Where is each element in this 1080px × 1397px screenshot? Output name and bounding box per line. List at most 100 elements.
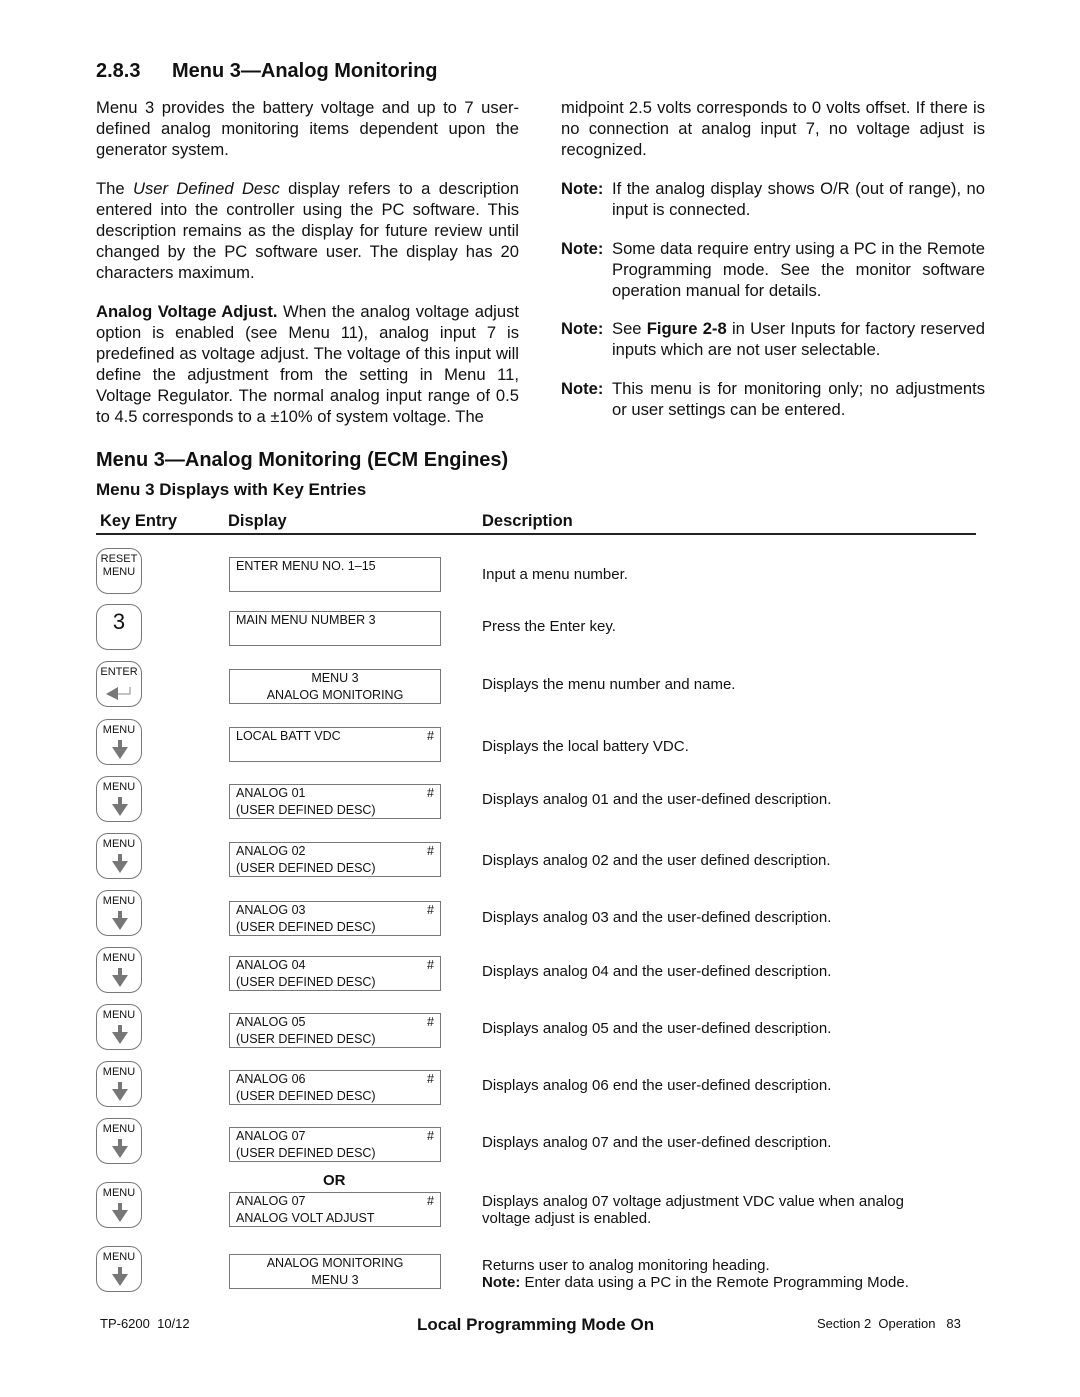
p2-italic-term: User Defined Desc <box>132 179 280 198</box>
page-number: 83 <box>946 1316 961 1331</box>
note-label: Note: <box>561 379 604 398</box>
note-2: Note: Some data require entry using a PC… <box>561 238 985 301</box>
key-button-menu[interactable]: MENU <box>96 1246 142 1292</box>
lcd-line: ANALOG 01 # <box>236 785 434 802</box>
description-line: Displays analog 01 and the user-defined … <box>482 791 832 808</box>
key-button-menu[interactable]: MENU <box>96 833 142 879</box>
lcd-text: ANALOG 07 <box>236 1129 306 1143</box>
lcd-text: ANALOG 06 <box>236 1072 306 1086</box>
row-description: Input a menu number. <box>482 566 628 583</box>
lcd-value-placeholder: # <box>427 786 434 800</box>
description-line: Press the Enter key. <box>482 618 616 635</box>
key-button-menu[interactable]: MENU <box>96 1182 142 1228</box>
lcd-display: ANALOG 03 # (USER DEFINED DESC) <box>229 901 441 936</box>
note-text: See Figure 2-8 in User Inputs for factor… <box>612 318 985 360</box>
key-button-menu[interactable]: MENU <box>96 1061 142 1107</box>
subheading: Menu 3—Analog Monitoring (ECM Engines) <box>96 449 509 471</box>
row-description: Returns user to analog monitoring headin… <box>482 1257 909 1291</box>
figure-reference-link[interactable]: Figure 2-8 <box>647 319 727 338</box>
down-arrow-icon <box>112 1139 128 1158</box>
intro-paragraph-4: midpoint 2.5 volts corresponds to 0 volt… <box>561 98 985 159</box>
key-button-menu[interactable]: MENU <box>96 1004 142 1050</box>
footer-section-label: Section 2 Operation <box>817 1316 936 1331</box>
key-label: 3 <box>112 609 126 634</box>
row-description: Displays analog 06 end the user-defined … <box>482 1077 831 1094</box>
lcd-line: (USER DEFINED DESC) <box>236 1088 434 1105</box>
footer-section: Section 2 Operation 83 <box>817 1316 961 1331</box>
header-rule <box>96 533 976 535</box>
description-line: Displays analog 05 and the user-defined … <box>482 1020 832 1037</box>
key-button-reset-menu[interactable]: RESET MENU <box>96 548 142 594</box>
column-header-display: Display <box>228 512 287 530</box>
down-arrow-icon <box>112 1203 128 1222</box>
lcd-line: (USER DEFINED DESC) <box>236 860 434 877</box>
key-button-menu[interactable]: MENU <box>96 776 142 822</box>
lcd-line: ANALOG MONITORING <box>236 1255 434 1272</box>
key-label: MENU <box>102 1066 136 1078</box>
lcd-line: ANALOG 02 # <box>236 843 434 860</box>
row-description: Displays the menu number and name. <box>482 676 735 693</box>
lcd-text: ANALOG VOLT ADJUST <box>236 1211 375 1225</box>
key-label: MENU <box>102 1009 136 1021</box>
lcd-value-placeholder: # <box>427 1072 434 1086</box>
description-line: Displays analog 04 and the user-defined … <box>482 963 832 980</box>
key-label: RESET <box>100 553 138 565</box>
section-number: 2.8.3 <box>96 60 141 82</box>
down-arrow-icon <box>112 797 128 816</box>
down-arrow-icon <box>112 1267 128 1286</box>
lcd-display: LOCAL BATT VDC # <box>229 727 441 762</box>
lcd-text: ANALOG 01 <box>236 786 306 800</box>
key-button-3[interactable]: 3 <box>96 604 142 650</box>
lcd-text: (USER DEFINED DESC) <box>236 1146 376 1160</box>
column-header-description: Description <box>482 512 573 530</box>
lcd-display: ANALOG MONITORING MENU 3 <box>229 1254 441 1289</box>
down-arrow-icon <box>112 854 128 873</box>
row-note: Note: Enter data using a PC in the Remot… <box>482 1274 909 1291</box>
description-line: Displays the menu number and name. <box>482 676 736 693</box>
description-line: Displays analog 06 end the user-defined … <box>482 1077 832 1094</box>
lcd-display: ANALOG 02 # (USER DEFINED DESC) <box>229 842 441 877</box>
section-heading: 2.8.3 Menu 3—Analog Monitoring <box>96 60 438 83</box>
lcd-display: ANALOG 07 # (USER DEFINED DESC) <box>229 1127 441 1162</box>
key-button-menu[interactable]: MENU <box>96 719 142 765</box>
key-label: ENTER <box>100 666 138 678</box>
row-description: Displays analog 02 and the user defined … <box>482 852 831 869</box>
lcd-line: LOCAL BATT VDC # <box>236 728 434 745</box>
key-button-enter[interactable]: ENTER <box>96 661 142 707</box>
lcd-text: ENTER MENU NO. 1–15 <box>236 559 376 573</box>
intro-paragraph-2: The User Defined Desc display refers to … <box>96 178 519 283</box>
key-label: MENU <box>102 781 136 793</box>
down-arrow-icon <box>112 740 128 759</box>
lcd-display: ANALOG 05 # (USER DEFINED DESC) <box>229 1013 441 1048</box>
lcd-text: LOCAL BATT VDC <box>236 729 341 743</box>
lcd-value-placeholder: # <box>427 729 434 743</box>
lcd-value-placeholder: # <box>427 903 434 917</box>
description-line: Displays the local battery VDC. <box>482 738 689 755</box>
lcd-display: ANALOG 06 # (USER DEFINED DESC) <box>229 1070 441 1105</box>
lcd-display: MAIN MENU NUMBER 3 <box>229 611 441 646</box>
lcd-display: ANALOG 07 # ANALOG VOLT ADJUST <box>229 1192 441 1227</box>
key-button-menu[interactable]: MENU <box>96 1118 142 1164</box>
key-button-menu[interactable]: MENU <box>96 890 142 936</box>
lcd-line: (USER DEFINED DESC) <box>236 1145 434 1162</box>
description-line: Displays analog 07 and the user-defined … <box>482 1134 832 1151</box>
lcd-display: MENU 3 ANALOG MONITORING <box>229 669 441 704</box>
note-label: Note: <box>482 1274 521 1291</box>
table-title: Menu 3 Displays with Key Entries <box>96 480 367 499</box>
section-title: Menu 3—Analog Monitoring <box>172 60 438 82</box>
note-text: This menu is for monitoring only; no adj… <box>612 379 985 419</box>
lcd-display: ANALOG 04 # (USER DEFINED DESC) <box>229 956 441 991</box>
note-text: Some data require entry using a PC in th… <box>612 239 985 300</box>
lcd-text: (USER DEFINED DESC) <box>236 1089 376 1103</box>
description-line: Returns user to analog monitoring headin… <box>482 1257 770 1274</box>
lcd-text: ANALOG 02 <box>236 844 306 858</box>
description-line: Displays analog 03 and the user-defined … <box>482 909 832 926</box>
lcd-text: ANALOG 07 <box>236 1194 306 1208</box>
row-description: Displays analog 05 and the user-defined … <box>482 1020 831 1037</box>
p3-bold-lead: Analog Voltage Adjust. <box>96 302 278 321</box>
down-arrow-icon <box>112 968 128 987</box>
key-label: MENU <box>102 566 136 578</box>
key-button-menu[interactable]: MENU <box>96 947 142 993</box>
lcd-line: ENTER MENU NO. 1–15 <box>236 558 434 575</box>
column-header-key-entry: Key Entry <box>100 512 178 530</box>
